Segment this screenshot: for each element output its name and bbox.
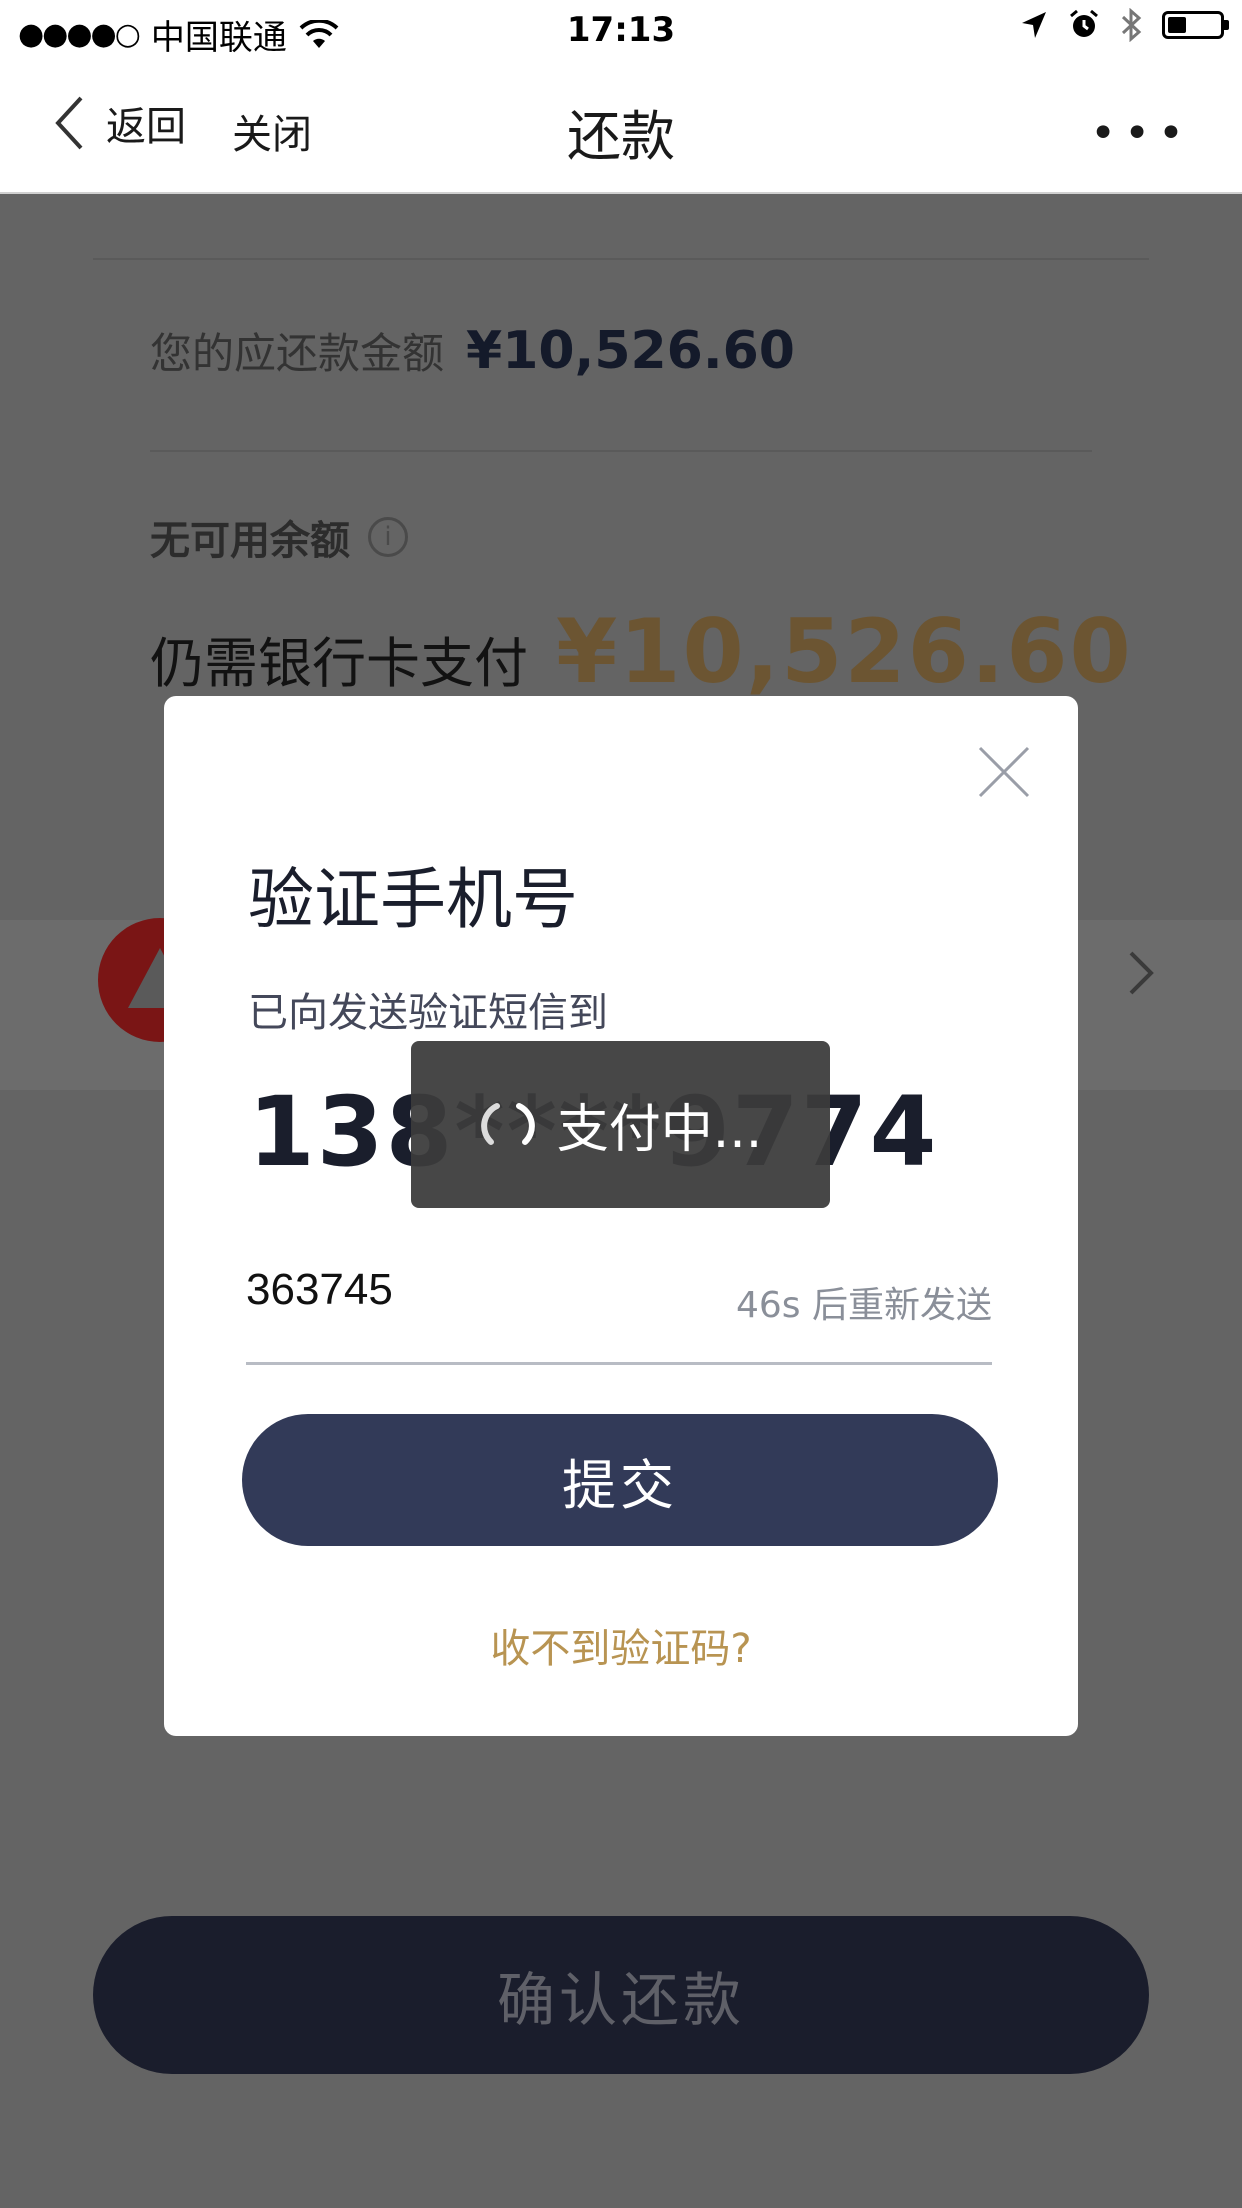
info-icon[interactable]: i bbox=[368, 517, 408, 557]
loading-text: 支付中... bbox=[556, 1100, 763, 1160]
status-right bbox=[1020, 8, 1229, 42]
no-code-link[interactable]: 收不到验证码? bbox=[164, 1616, 1078, 1674]
card-pay-label: 仍需银行卡支付 bbox=[150, 632, 528, 695]
divider-top bbox=[93, 258, 1149, 260]
card-pay-row: 仍需银行卡支付 ¥10,526.60 bbox=[150, 600, 1133, 703]
battery-icon bbox=[1162, 11, 1229, 39]
page-title: 还款 bbox=[567, 105, 675, 168]
input-underline bbox=[246, 1362, 992, 1365]
submit-button[interactable]: 提交 bbox=[242, 1414, 998, 1546]
loading-toast: 支付中... bbox=[411, 1041, 830, 1208]
bluetooth-icon bbox=[1121, 8, 1142, 42]
chevron-right-icon bbox=[1129, 951, 1154, 995]
location-arrow-icon bbox=[1022, 12, 1046, 38]
battery-level bbox=[1168, 17, 1186, 33]
spinner-icon bbox=[480, 1102, 535, 1145]
close-icon[interactable] bbox=[976, 744, 1032, 800]
balance-row: 无可用余额 i bbox=[150, 508, 408, 566]
due-amount-label: 您的应还款金额 bbox=[150, 329, 445, 378]
due-amount-value: ¥10,526.60 bbox=[466, 321, 795, 381]
more-menu-button[interactable]: ••• bbox=[1090, 108, 1192, 159]
dialog-title: 验证手机号 bbox=[248, 861, 578, 938]
verify-phone-dialog: 验证手机号 已向发送验证短信到 138****9774 46s 后重新发送 提交… bbox=[164, 696, 1078, 1736]
verification-code-input[interactable] bbox=[246, 1250, 806, 1330]
confirm-repayment-button[interactable]: 确认还款 bbox=[93, 1916, 1149, 2074]
alarm-icon bbox=[1070, 9, 1098, 37]
status-bar: ●●●●○ 中国联通 17:13 bbox=[0, 0, 1242, 64]
due-amount-row: 您的应还款金额 ¥10,526.60 bbox=[150, 320, 795, 381]
balance-label: 无可用余额 bbox=[150, 518, 350, 564]
resend-countdown: 46s 后重新发送 bbox=[735, 1285, 992, 1326]
divider-middle bbox=[150, 450, 1092, 452]
nav-bar: 返回 关闭 还款 ••• bbox=[0, 64, 1242, 194]
dialog-subtitle: 已向发送验证短信到 bbox=[248, 990, 608, 1036]
card-pay-amount: ¥10,526.60 bbox=[556, 600, 1133, 703]
